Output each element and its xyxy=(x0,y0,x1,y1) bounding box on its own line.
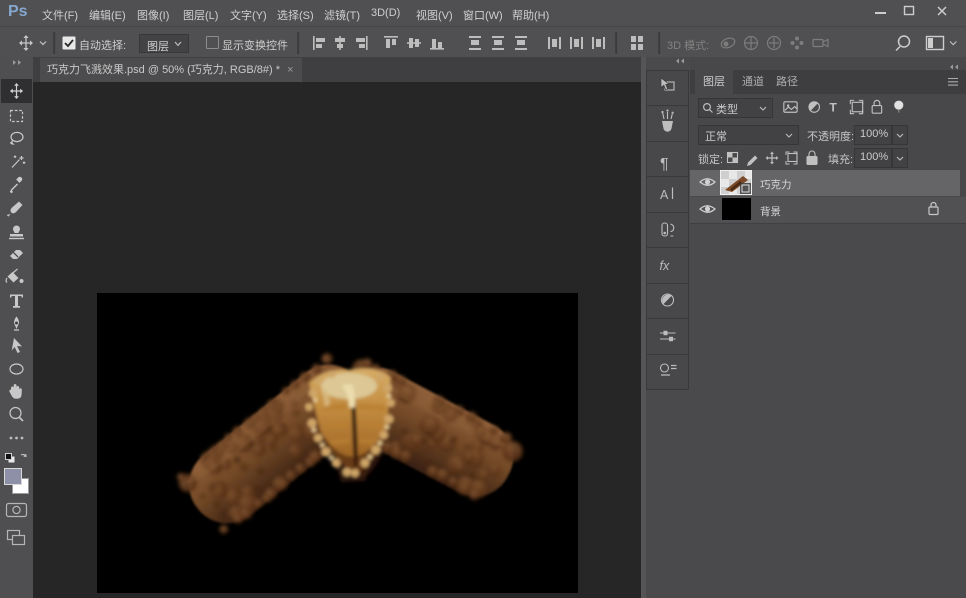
svg-text:A: A xyxy=(660,188,669,202)
svg-text:fx: fx xyxy=(660,259,670,273)
svg-text:¶: ¶ xyxy=(660,156,669,173)
svg-text:T: T xyxy=(829,100,837,114)
